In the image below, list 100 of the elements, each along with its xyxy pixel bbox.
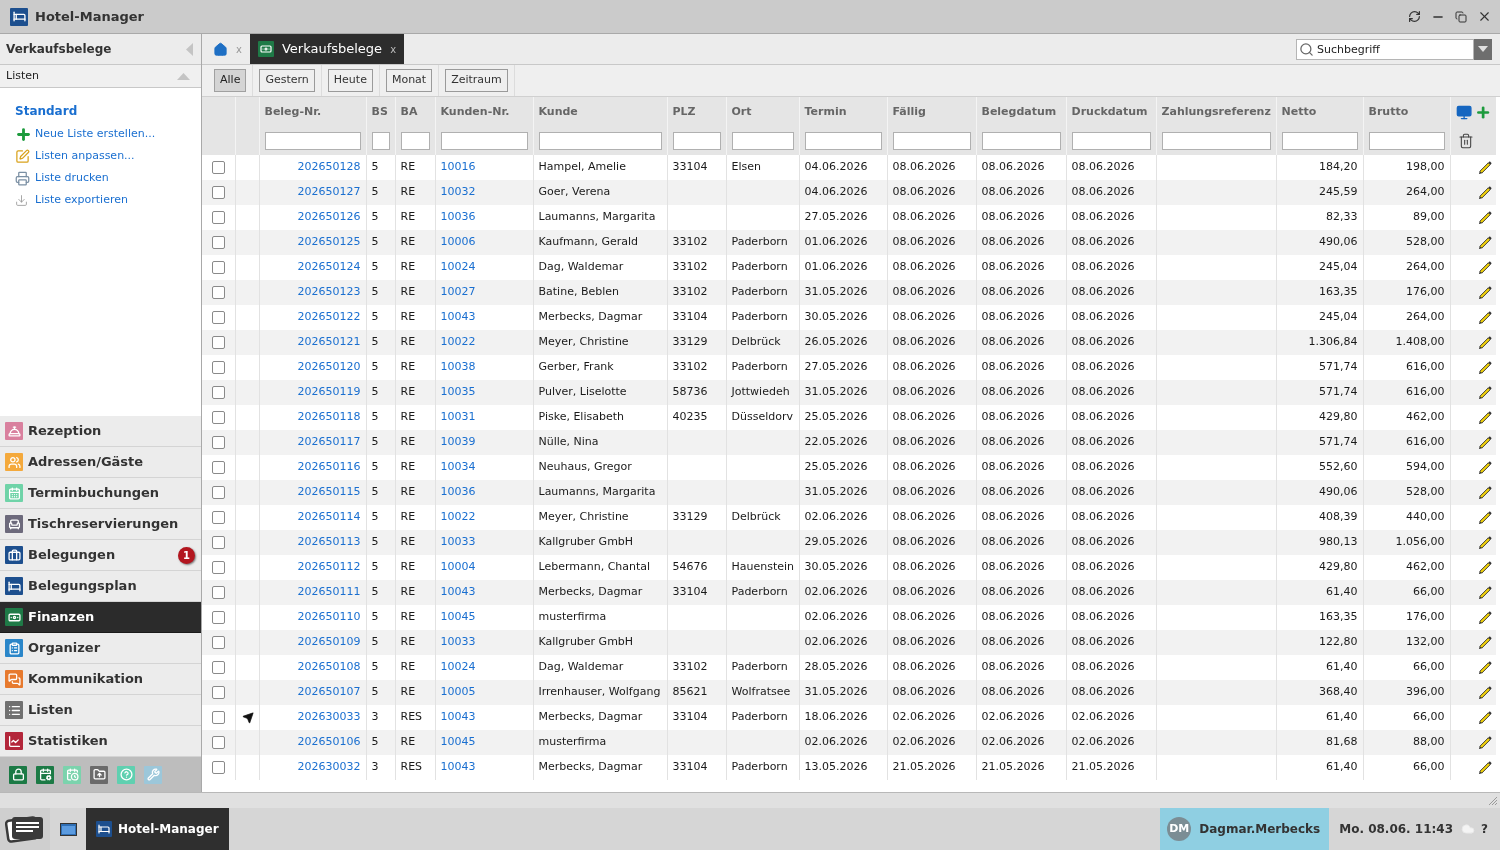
document-number-link[interactable]: 202650127 [297,185,361,199]
document-number-link[interactable]: 202650124 [297,260,361,274]
edit-pencil-icon[interactable] [1478,160,1493,175]
row-checkbox[interactable] [212,661,225,674]
row-checkbox[interactable] [212,186,225,199]
window-icon[interactable] [60,822,77,836]
customer-number-link[interactable]: 10043 [440,710,476,724]
edit-pencil-icon[interactable] [1478,260,1493,275]
restore-icon[interactable] [1455,10,1467,23]
column-filter-field[interactable] [1281,132,1358,150]
edit-pencil-icon[interactable] [1478,285,1493,300]
document-number-link[interactable]: 202650114 [297,510,361,524]
document-number-link[interactable]: 202650106 [297,735,361,749]
column-filter-field[interactable] [538,132,662,150]
row-checkbox[interactable] [212,511,225,524]
row-checkbox[interactable] [212,436,225,449]
edit-pencil-icon[interactable] [1478,335,1493,350]
sidebar-link[interactable]: Liste drucken [15,167,186,189]
sidebar-link[interactable]: Liste exportieren [15,189,186,211]
row-checkbox[interactable] [212,386,225,399]
column-filter-field[interactable] [440,132,528,150]
document-number-link[interactable]: 202650115 [297,485,361,499]
nav-item[interactable]: Finanzen [0,602,201,633]
document-number-link[interactable]: 202650123 [297,285,361,299]
document-number-link[interactable]: 202650109 [297,635,361,649]
customer-number-link[interactable]: 10032 [440,185,476,199]
row-checkbox[interactable] [212,361,225,374]
edit-pencil-icon[interactable] [1478,535,1493,550]
customer-number-link[interactable]: 10027 [440,285,476,299]
wrench-icon[interactable] [144,765,162,784]
document-number-link[interactable]: 202650107 [297,685,361,699]
document-number-link[interactable]: 202650125 [297,235,361,249]
row-checkbox[interactable] [212,536,225,549]
filter-button[interactable]: Monat [385,69,433,92]
document-number-link[interactable]: 202650117 [297,435,361,449]
document-number-link[interactable]: 202650121 [297,335,361,349]
column-filter-field[interactable] [400,132,430,150]
customer-number-link[interactable]: 10043 [440,585,476,599]
customer-number-link[interactable]: 10043 [440,760,476,774]
calendar-gear-icon[interactable] [36,765,54,784]
customer-number-link[interactable]: 10022 [440,335,476,349]
row-checkbox[interactable] [212,636,225,649]
edit-pencil-icon[interactable] [1478,435,1493,450]
column-filter-field[interactable] [731,132,794,150]
resize-grip-icon[interactable] [1488,795,1498,806]
folder-icon[interactable] [90,765,108,784]
row-checkbox[interactable] [212,261,225,274]
customer-number-link[interactable]: 10036 [440,485,476,499]
edit-pencil-icon[interactable] [1478,635,1493,650]
column-filter-field[interactable] [371,132,390,150]
edit-pencil-icon[interactable] [1478,210,1493,225]
tab[interactable]: Verkaufsbelege x [249,34,405,64]
document-number-link[interactable]: 202650111 [297,585,361,599]
customer-number-link[interactable]: 10039 [440,435,476,449]
edit-pencil-icon[interactable] [1478,185,1493,200]
customer-number-link[interactable]: 10006 [440,235,476,249]
customer-number-link[interactable]: 10035 [440,385,476,399]
document-number-link[interactable]: 202650120 [297,360,361,374]
filter-button[interactable]: Zeitraum [445,69,508,92]
edit-pencil-icon[interactable] [1478,410,1493,425]
lock-icon[interactable] [9,765,27,784]
help-icon[interactable] [117,765,135,784]
customer-number-link[interactable]: 10016 [440,160,476,174]
column-filter-field[interactable] [892,132,971,150]
filter-button[interactable]: Alle [214,69,247,92]
row-checkbox[interactable] [212,736,225,749]
customer-number-link[interactable]: 10036 [440,210,476,224]
search-field[interactable]: Suchbegriff [1296,38,1474,60]
column-filter-field[interactable] [1368,132,1445,150]
customer-number-link[interactable]: 10024 [440,260,476,274]
document-number-link[interactable]: 202650113 [297,535,361,549]
row-checkbox[interactable] [212,711,225,724]
edit-pencil-icon[interactable] [1478,735,1493,750]
edit-pencil-icon[interactable] [1478,710,1493,725]
column-filter-field[interactable] [1071,132,1151,150]
column-filter-field[interactable] [672,132,721,150]
column-filter-field[interactable] [804,132,882,150]
row-checkbox[interactable] [212,611,225,624]
calendar-clock-icon[interactable] [63,765,81,784]
delete-icon[interactable] [1457,133,1474,149]
customer-number-link[interactable]: 10038 [440,360,476,374]
row-checkbox[interactable] [212,461,225,474]
user-menu-button[interactable]: DM Dagmar.Merbecks [1160,808,1330,850]
row-checkbox[interactable] [212,486,225,499]
document-number-link[interactable]: 202650116 [297,460,361,474]
row-checkbox[interactable] [212,686,225,699]
app-menu-button[interactable] [0,808,50,850]
document-number-link[interactable]: 202650118 [297,410,361,424]
document-number-link[interactable]: 202650112 [297,560,361,574]
edit-pencil-icon[interactable] [1478,585,1493,600]
customer-number-link[interactable]: 10033 [440,535,476,549]
sidebar-link[interactable]: Neue Liste erstellen... [15,123,186,145]
document-number-link[interactable]: 202650122 [297,310,361,324]
row-checkbox[interactable] [212,236,225,249]
monitor-icon[interactable] [1455,103,1472,121]
document-number-link[interactable]: 202650119 [297,385,361,399]
document-number-link[interactable]: 202630033 [297,710,361,724]
edit-pencil-icon[interactable] [1478,460,1493,475]
sync-icon[interactable] [1408,10,1421,23]
taskbar-task[interactable]: Hotel-Manager [86,808,229,850]
